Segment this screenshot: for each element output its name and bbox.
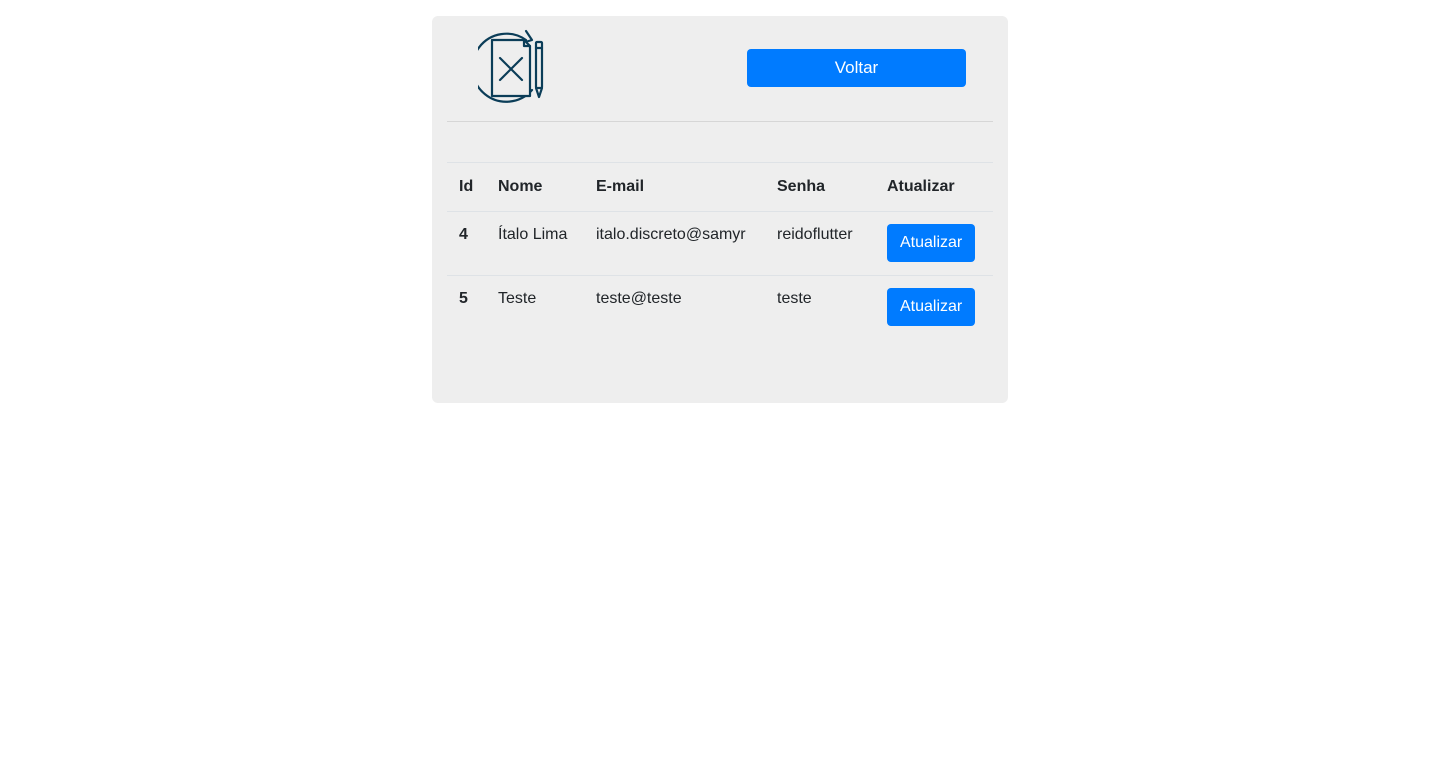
cell-senha: teste bbox=[777, 290, 812, 307]
cell-email: italo.discreto@samyr bbox=[596, 226, 746, 243]
column-header-atualizar: Atualizar bbox=[887, 178, 955, 195]
column-header-email: E-mail bbox=[596, 178, 645, 195]
header-divider bbox=[447, 121, 993, 122]
cell-nome: Ítalo Lima bbox=[498, 226, 568, 243]
cell-senha: reidoflutter bbox=[777, 226, 853, 243]
users-card: Voltar Id Nome E-mail Senha Atualizar 4 … bbox=[432, 16, 1008, 403]
column-header-id: Id bbox=[459, 178, 474, 195]
column-header-nome: Nome bbox=[498, 178, 543, 195]
document-edit-refresh-icon bbox=[471, 28, 550, 104]
cell-action: Atualizar bbox=[875, 212, 993, 276]
column-header-senha: Senha bbox=[777, 178, 826, 195]
cell-action: Atualizar bbox=[875, 276, 993, 340]
cell-email: teste@teste bbox=[596, 290, 682, 307]
update-button[interactable]: Atualizar bbox=[887, 288, 976, 326]
table-row: 4 Ítalo Lima italo.discreto@samyr reidof… bbox=[447, 212, 993, 276]
update-button[interactable]: Atualizar bbox=[887, 224, 976, 262]
back-button[interactable]: Voltar bbox=[747, 49, 966, 87]
table-row: 5 Teste teste@teste teste Atualizar bbox=[447, 275, 993, 340]
users-table: Id Nome E-mail Senha Atualizar 4 Ítalo L… bbox=[447, 162, 993, 340]
cell-id: 5 bbox=[459, 290, 468, 307]
table-header-row: Id Nome E-mail Senha Atualizar bbox=[447, 162, 993, 212]
cell-nome: Teste bbox=[498, 290, 537, 307]
cell-id: 4 bbox=[459, 226, 468, 243]
